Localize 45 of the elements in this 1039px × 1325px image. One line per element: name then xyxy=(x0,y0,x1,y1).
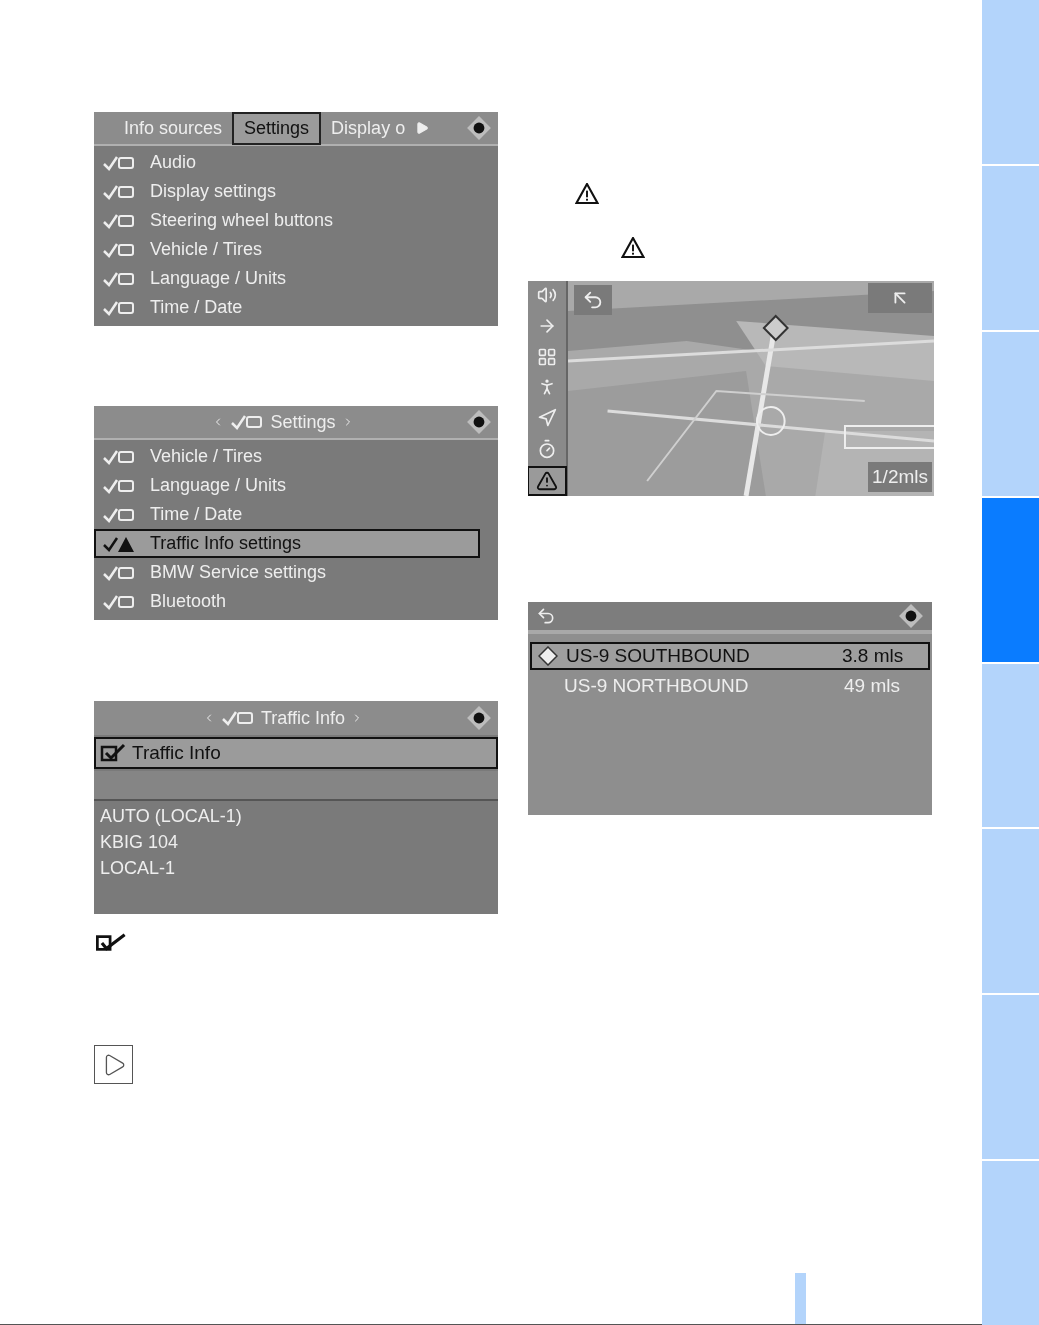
message-row[interactable]: US-9 SOUTHBOUND 3.8 mls xyxy=(530,642,930,670)
back-icon xyxy=(582,289,604,311)
station-item[interactable]: LOCAL-1 xyxy=(100,855,492,881)
menu-item[interactable]: BMW Service settings xyxy=(94,558,480,587)
play-icon xyxy=(94,1045,133,1084)
menu-item[interactable]: Language / Units xyxy=(94,471,480,500)
back-button[interactable] xyxy=(574,285,612,315)
menu-item[interactable]: Display settings xyxy=(94,177,480,206)
controller-icon xyxy=(466,705,492,731)
grid-icon xyxy=(537,346,557,367)
navigation-icon xyxy=(537,408,557,429)
warning-icon xyxy=(575,183,599,204)
station-item[interactable]: AUTO (LOCAL-1) xyxy=(100,803,492,829)
screen-title: Traffic Info xyxy=(260,706,345,730)
station-item[interactable]: KBIG 104 xyxy=(100,829,492,855)
menu-item[interactable]: Language / Units xyxy=(94,264,480,293)
controller-icon xyxy=(466,409,492,435)
map-scale: 1/2mls xyxy=(868,462,932,492)
menu-item[interactable]: Traffic Info settings xyxy=(94,529,480,558)
page-marker xyxy=(795,1273,806,1324)
warning-button[interactable] xyxy=(528,465,567,496)
screen-title: Settings xyxy=(270,410,336,434)
diamond-icon xyxy=(538,646,558,666)
controller-icon xyxy=(466,115,492,141)
speaker-icon xyxy=(537,285,557,305)
menu-tab[interactable]: Display o xyxy=(327,114,410,142)
menu-tab[interactable]: Settings xyxy=(232,112,322,145)
menu-item[interactable]: Vehicle / Tires xyxy=(94,442,480,471)
menu-tab[interactable]: Info sources xyxy=(120,114,227,142)
menu-item[interactable]: Time / Date xyxy=(94,500,480,529)
warning-icon xyxy=(536,469,558,492)
checkbox-icon[interactable] xyxy=(100,743,126,763)
option-row[interactable]: Traffic Info xyxy=(94,737,498,769)
menu-item[interactable]: Steering wheel buttons xyxy=(94,206,480,235)
back-icon[interactable] xyxy=(536,606,556,626)
warning-icon xyxy=(621,237,645,258)
next-tab-icon[interactable] xyxy=(415,121,430,135)
menu-item[interactable]: Audio xyxy=(94,148,480,177)
timer-icon xyxy=(537,439,557,460)
menu-item[interactable]: Bluetooth xyxy=(94,587,480,616)
message-row[interactable]: US-9 NORTHBOUND 49 mls xyxy=(530,670,930,702)
controller-icon xyxy=(898,603,924,629)
menu-item[interactable]: Time / Date xyxy=(94,293,480,322)
checkbox-icon xyxy=(94,933,128,953)
menu-item[interactable]: Vehicle / Tires xyxy=(94,235,480,264)
